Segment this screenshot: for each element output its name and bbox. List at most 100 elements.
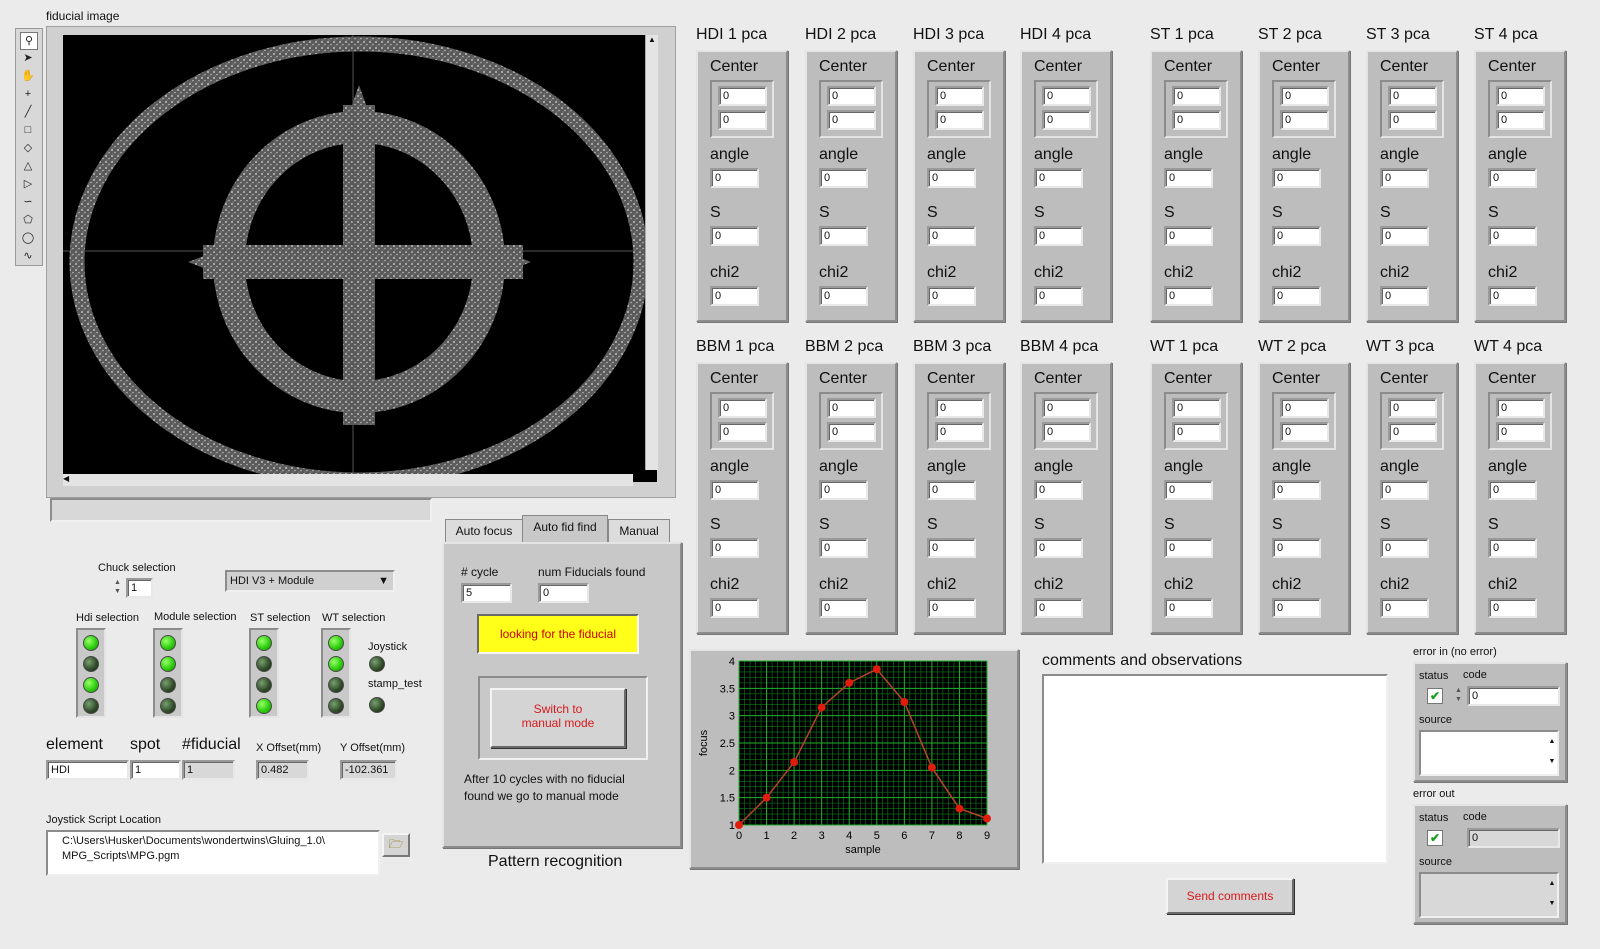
center-y-field[interactable]: 0 — [935, 110, 984, 130]
module-led-2[interactable] — [160, 656, 176, 672]
st-led-4[interactable] — [256, 698, 272, 714]
s-field[interactable]: 0 — [819, 538, 868, 558]
chuck-selection-spinner[interactable]: ▲ ▼ 1 — [114, 578, 153, 598]
s-field[interactable]: 0 — [710, 226, 759, 246]
chuck-dropdown[interactable]: HDI V3 + Module ▼ — [225, 570, 395, 592]
chi2-field[interactable]: 0 — [710, 598, 759, 618]
center-x-field[interactable]: 0 — [1496, 86, 1545, 106]
error-in-status-check-icon[interactable]: ✔ — [1427, 688, 1443, 704]
chi2-field[interactable]: 0 — [819, 598, 868, 618]
free-polygon-icon[interactable]: ⬠ — [20, 212, 36, 228]
st-led-2[interactable] — [256, 656, 272, 672]
chi2-field[interactable]: 0 — [1272, 598, 1321, 618]
chi2-field[interactable]: 0 — [819, 286, 868, 306]
st-led-1[interactable] — [256, 635, 272, 651]
center-x-field[interactable]: 0 — [1280, 398, 1329, 418]
error-in-source-field[interactable]: ▲ ▼ — [1419, 730, 1559, 776]
chi2-field[interactable]: 0 — [1380, 598, 1429, 618]
chi2-field[interactable]: 0 — [1034, 286, 1083, 306]
s-field[interactable]: 0 — [1164, 538, 1213, 558]
angle-field[interactable]: 0 — [1272, 168, 1321, 188]
angle-field[interactable]: 0 — [819, 480, 868, 500]
s-field[interactable]: 0 — [710, 538, 759, 558]
s-field[interactable]: 0 — [1034, 538, 1083, 558]
hdi-led-2[interactable] — [83, 656, 99, 672]
angle-field[interactable]: 0 — [710, 480, 759, 500]
s-field[interactable]: 0 — [1034, 226, 1083, 246]
center-y-field[interactable]: 0 — [1496, 110, 1545, 130]
center-y-field[interactable]: 0 — [935, 422, 984, 442]
joystick-script-path[interactable]: C:\Users\Husker\Documents\wondertwins\Gl… — [46, 830, 380, 876]
tab-auto-fid-find[interactable]: Auto fid find — [522, 515, 608, 543]
center-x-field[interactable]: 0 — [1042, 86, 1091, 106]
s-field[interactable]: 0 — [1488, 226, 1537, 246]
spot-field[interactable]: 1 — [130, 760, 181, 780]
chi2-field[interactable]: 0 — [1488, 286, 1537, 306]
center-x-field[interactable]: 0 — [935, 86, 984, 106]
s-field[interactable]: 0 — [1272, 226, 1321, 246]
s-field[interactable]: 0 — [1380, 538, 1429, 558]
center-x-field[interactable]: 0 — [1388, 398, 1437, 418]
center-y-field[interactable]: 0 — [1496, 422, 1545, 442]
stamp-test-led[interactable] — [369, 697, 385, 713]
chi2-field[interactable]: 0 — [1164, 598, 1213, 618]
center-y-field[interactable]: 0 — [1172, 110, 1221, 130]
angle-field[interactable]: 0 — [927, 168, 976, 188]
hdi-led-1[interactable] — [83, 635, 99, 651]
center-y-field[interactable]: 0 — [827, 422, 876, 442]
center-x-field[interactable]: 0 — [1172, 86, 1221, 106]
chi2-field[interactable]: 0 — [1488, 598, 1537, 618]
center-y-field[interactable]: 0 — [1172, 422, 1221, 442]
module-led-4[interactable] — [160, 698, 176, 714]
element-field[interactable]: HDI — [46, 760, 129, 780]
image-vertical-scrollbar[interactable]: ▲ — [645, 35, 658, 470]
center-x-field[interactable]: 0 — [1042, 398, 1091, 418]
wt-led-1[interactable] — [328, 635, 344, 651]
angle-field[interactable]: 0 — [819, 168, 868, 188]
chi2-field[interactable]: 0 — [927, 598, 976, 618]
chi2-field[interactable]: 0 — [927, 286, 976, 306]
send-comments-button[interactable]: Send comments — [1166, 878, 1294, 914]
center-y-field[interactable]: 0 — [1042, 422, 1091, 442]
chi2-field[interactable]: 0 — [1034, 598, 1083, 618]
hand-icon[interactable]: ✋ — [20, 68, 36, 84]
polygon-icon[interactable]: ▷ — [20, 176, 36, 192]
center-y-field[interactable]: 0 — [1388, 110, 1437, 130]
line-icon[interactable]: ╱ — [20, 104, 36, 120]
center-x-field[interactable]: 0 — [1496, 398, 1545, 418]
s-field[interactable]: 0 — [819, 226, 868, 246]
center-y-field[interactable]: 0 — [718, 422, 767, 442]
joystick-led[interactable] — [369, 656, 385, 672]
chi2-field[interactable]: 0 — [710, 286, 759, 306]
center-x-field[interactable]: 0 — [718, 398, 767, 418]
center-x-field[interactable]: 0 — [718, 86, 767, 106]
oval-icon[interactable]: ◯ — [20, 230, 36, 246]
tab-manual[interactable]: Manual — [608, 519, 670, 543]
angle-field[interactable]: 0 — [1272, 480, 1321, 500]
s-field[interactable]: 0 — [1164, 226, 1213, 246]
angle-field[interactable]: 0 — [1488, 480, 1537, 500]
center-y-field[interactable]: 0 — [718, 110, 767, 130]
s-field[interactable]: 0 — [1380, 226, 1429, 246]
angle-field[interactable]: 0 — [1380, 480, 1429, 500]
rectangle-icon[interactable]: □ — [20, 122, 36, 138]
crosshair-icon[interactable]: + — [20, 86, 36, 102]
center-y-field[interactable]: 0 — [1388, 422, 1437, 442]
chi2-field[interactable]: 0 — [1380, 286, 1429, 306]
wt-led-3[interactable] — [328, 677, 344, 693]
chuck-selection-value[interactable]: 1 — [126, 578, 153, 598]
center-x-field[interactable]: 0 — [827, 398, 876, 418]
annulus-icon[interactable]: △ — [20, 158, 36, 174]
rotated-rect-icon[interactable]: ◇ — [20, 140, 36, 156]
module-led-1[interactable] — [160, 635, 176, 651]
spinner-arrows-icon[interactable]: ▲ ▼ — [1455, 686, 1465, 706]
chi2-field[interactable]: 0 — [1272, 286, 1321, 306]
angle-field[interactable]: 0 — [1380, 168, 1429, 188]
angle-field[interactable]: 0 — [710, 168, 759, 188]
switch-to-manual-button[interactable]: Switch to manual mode — [490, 688, 626, 748]
center-y-field[interactable]: 0 — [1280, 110, 1329, 130]
st-led-3[interactable] — [256, 677, 272, 693]
module-led-3[interactable] — [160, 677, 176, 693]
angle-field[interactable]: 0 — [927, 480, 976, 500]
spinner-arrows-icon[interactable]: ▲ ▼ — [114, 578, 124, 598]
